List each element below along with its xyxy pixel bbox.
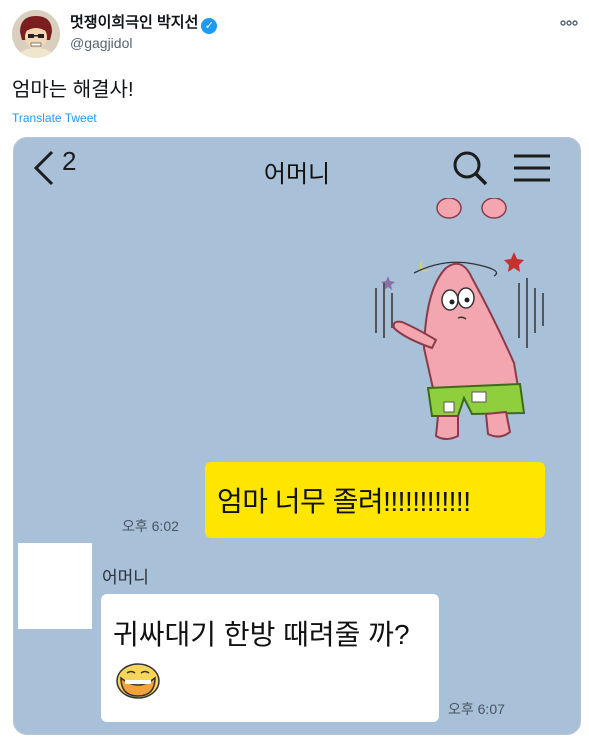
verified-badge-icon: ✓: [201, 18, 218, 34]
chat-screenshot-image: 2 어머니 엄마 너무 졸려!!!!!!!!!!!! 오후 6:02 어머니 귀…: [13, 137, 581, 735]
translate-tweet-link[interactable]: Translate Tweet: [12, 111, 97, 125]
chat-header: 2 어머니: [14, 138, 580, 198]
author-name[interactable]: 멋쟁이희극인 박지선 ✓: [70, 14, 218, 34]
hamburger-menu-icon: [514, 154, 550, 182]
chat-title: 어머니: [263, 161, 331, 188]
search-icon: [453, 151, 488, 186]
message-time: 오후 6:07: [448, 701, 505, 717]
more-options-button[interactable]: [556, 14, 582, 32]
message-text: 귀싸대기 한방 때려줄 까?: [113, 619, 410, 650]
patrick-sticker: [354, 197, 564, 453]
grinning-duck-emoji-icon: [115, 662, 161, 700]
more-icon: [560, 20, 578, 26]
author-display-name[interactable]: 멋쟁이희극인 박지선: [70, 14, 198, 31]
sender-name: 어머니: [102, 568, 149, 587]
sender-avatar[interactable]: [18, 543, 92, 629]
message-bubble-other[interactable]: 귀싸대기 한방 때려줄 까?: [101, 594, 439, 722]
menu-button[interactable]: [510, 148, 554, 188]
author-handle[interactable]: @gagjidol: [70, 35, 132, 51]
tweet-text: 엄마는 해결사!: [12, 79, 134, 101]
tweet: 멋쟁이희극인 박지선 ✓ @gagjidol 엄마는 해결사! Translate…: [0, 0, 589, 740]
message-bubble-me[interactable]: 엄마 너무 졸려!!!!!!!!!!!!: [205, 462, 545, 538]
search-button[interactable]: [450, 148, 490, 188]
message-time: 오후 6:02: [122, 518, 179, 534]
avatar[interactable]: [12, 10, 60, 58]
